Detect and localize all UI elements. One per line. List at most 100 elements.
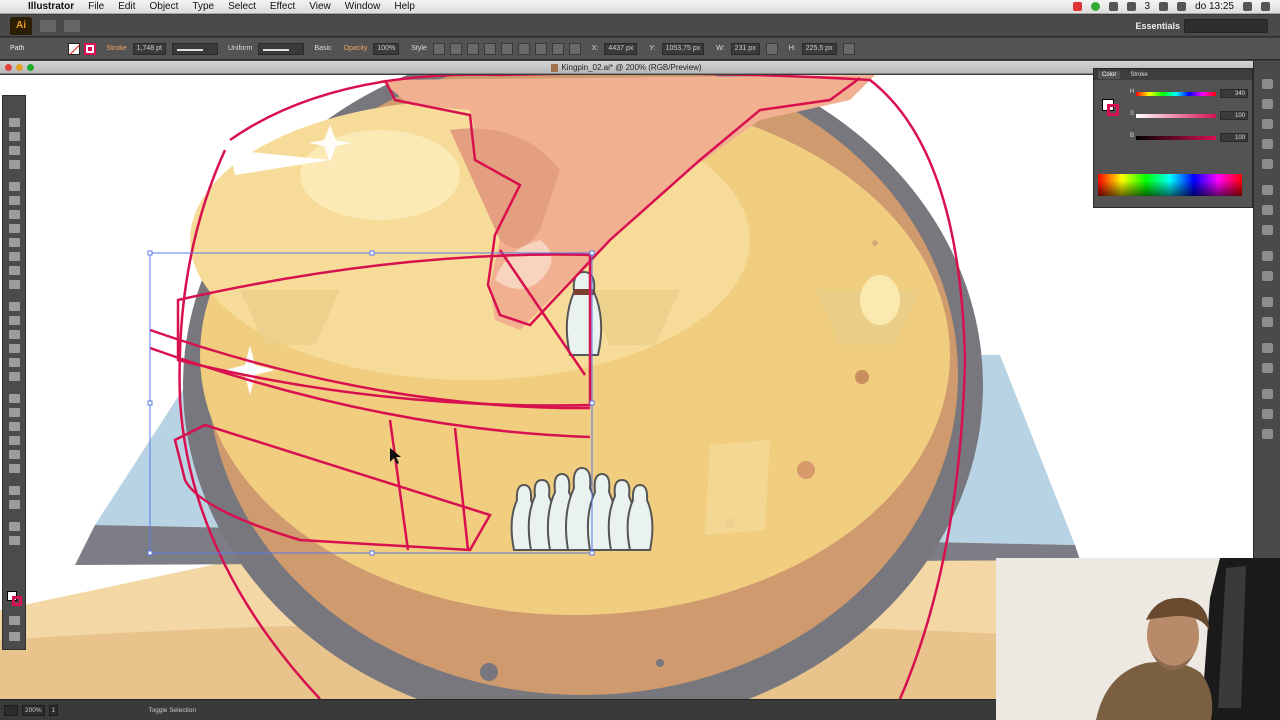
stroke-weight-field[interactable]: 1,748 pt bbox=[132, 42, 166, 55]
status-text[interactable]: Toggle Selection bbox=[148, 707, 196, 714]
paintbrush-tool-icon[interactable] bbox=[9, 238, 20, 247]
character-icon[interactable] bbox=[1262, 389, 1273, 399]
tab-color[interactable]: Color bbox=[1098, 70, 1121, 79]
saturation-slider[interactable] bbox=[1136, 114, 1216, 118]
hand-tool-icon[interactable] bbox=[9, 522, 20, 531]
stroke-panel-icon[interactable] bbox=[1262, 185, 1273, 195]
screen-mode-icon[interactable] bbox=[9, 632, 20, 641]
sync-icon[interactable] bbox=[1090, 2, 1100, 11]
artboards-icon[interactable] bbox=[1262, 317, 1273, 327]
rectangle-tool-icon[interactable] bbox=[9, 224, 20, 233]
spotlight-icon[interactable] bbox=[1243, 2, 1252, 11]
align-right-icon[interactable] bbox=[500, 42, 513, 55]
gradient-panel-icon[interactable] bbox=[1262, 205, 1273, 215]
menu-file[interactable]: File bbox=[88, 1, 104, 12]
align-left-icon[interactable] bbox=[466, 42, 479, 55]
menu-window[interactable]: Window bbox=[345, 1, 381, 12]
artboard-tool-icon[interactable] bbox=[9, 486, 20, 495]
x-field[interactable]: 4437 px bbox=[604, 42, 638, 55]
opacity-field[interactable]: 100% bbox=[373, 42, 400, 55]
record-icon[interactable] bbox=[1072, 2, 1082, 11]
menu-view[interactable]: View bbox=[309, 1, 331, 12]
zoom-field[interactable]: 200% bbox=[22, 704, 45, 716]
align-panel-icon[interactable] bbox=[1262, 343, 1273, 353]
type-tool-icon[interactable] bbox=[9, 196, 20, 205]
brightness-value[interactable]: 100 bbox=[1220, 133, 1248, 142]
y-field[interactable]: 1053,75 px bbox=[661, 42, 705, 55]
transparency-icon[interactable] bbox=[1262, 225, 1273, 235]
hue-value[interactable]: 340 bbox=[1220, 89, 1248, 98]
fill-swatch[interactable] bbox=[68, 42, 81, 55]
opacity-label[interactable]: Opacity bbox=[344, 45, 368, 52]
close-window-button[interactable] bbox=[5, 64, 12, 71]
color-guide-icon[interactable] bbox=[1262, 99, 1273, 109]
pencil-tool-icon[interactable] bbox=[9, 252, 20, 261]
menu-type[interactable]: Type bbox=[192, 1, 214, 12]
saturation-value[interactable]: 100 bbox=[1220, 111, 1248, 120]
workspace-switcher[interactable]: Essentials bbox=[1135, 21, 1180, 31]
menu-help[interactable]: Help bbox=[394, 1, 415, 12]
shape-builder-tool-icon[interactable] bbox=[9, 358, 20, 367]
menu-object[interactable]: Object bbox=[149, 1, 178, 12]
dropbox-icon[interactable] bbox=[1108, 2, 1118, 11]
volume-icon[interactable] bbox=[1159, 2, 1169, 11]
bridge-icon[interactable] bbox=[40, 19, 56, 32]
pen-tool-icon[interactable] bbox=[9, 182, 20, 191]
swatches-icon[interactable] bbox=[1262, 119, 1273, 129]
menu-effect[interactable]: Effect bbox=[270, 1, 295, 12]
eyedropper-tool-icon[interactable] bbox=[9, 422, 20, 431]
column-graph-tool-icon[interactable] bbox=[9, 464, 20, 473]
clock[interactable]: do 13:25 bbox=[1195, 1, 1234, 12]
stroke-label[interactable]: Stroke bbox=[106, 45, 126, 52]
tools-stroke-swatch[interactable] bbox=[12, 596, 22, 606]
graphic-styles-icon[interactable] bbox=[1262, 271, 1273, 281]
free-transform-tool-icon[interactable] bbox=[9, 344, 20, 353]
minimize-window-button[interactable] bbox=[16, 64, 23, 71]
brushes-icon[interactable] bbox=[1262, 139, 1273, 149]
help-search-input[interactable] bbox=[1184, 19, 1268, 33]
menu-app-name[interactable]: Illustrator bbox=[28, 1, 74, 12]
scale-tool-icon[interactable] bbox=[9, 316, 20, 325]
reference-point-icon[interactable] bbox=[568, 42, 581, 55]
paragraph-icon[interactable] bbox=[1262, 409, 1273, 419]
h-field[interactable]: 225,5 px bbox=[801, 42, 837, 55]
layers-icon[interactable] bbox=[1262, 297, 1273, 307]
blob-brush-tool-icon[interactable] bbox=[9, 266, 20, 275]
panel-stroke-swatch[interactable] bbox=[1107, 104, 1119, 116]
selection-tool-icon[interactable] bbox=[9, 118, 20, 127]
blend-tool-icon[interactable] bbox=[9, 436, 20, 445]
magic-wand-tool-icon[interactable] bbox=[9, 146, 20, 155]
align-middle-icon[interactable] bbox=[534, 42, 547, 55]
opentype-icon[interactable] bbox=[1262, 429, 1273, 439]
tab-stroke[interactable]: Stroke bbox=[1130, 72, 1147, 78]
color-spectrum[interactable] bbox=[1098, 174, 1242, 196]
menu-select[interactable]: Select bbox=[228, 1, 256, 12]
evernote-icon[interactable] bbox=[1126, 2, 1136, 11]
drawing-mode-icon[interactable] bbox=[9, 616, 20, 625]
brightness-slider[interactable] bbox=[1136, 136, 1216, 140]
wifi-icon[interactable] bbox=[1177, 2, 1187, 11]
brush-definition[interactable] bbox=[258, 42, 305, 55]
hue-slider[interactable] bbox=[1136, 92, 1216, 96]
transform-options-icon[interactable] bbox=[842, 42, 855, 55]
zoom-tool-icon[interactable] bbox=[9, 536, 20, 545]
menu-edit[interactable]: Edit bbox=[118, 1, 135, 12]
arrange-documents-icon[interactable] bbox=[64, 19, 80, 32]
mesh-tool-icon[interactable] bbox=[9, 394, 20, 403]
eraser-tool-icon[interactable] bbox=[9, 280, 20, 289]
recolor-artwork-icon[interactable] bbox=[449, 42, 462, 55]
color-panel-icon[interactable] bbox=[1262, 79, 1273, 89]
constrain-proportions-icon[interactable] bbox=[765, 42, 778, 55]
lasso-tool-icon[interactable] bbox=[9, 160, 20, 169]
line-tool-icon[interactable] bbox=[9, 210, 20, 219]
align-center-icon[interactable] bbox=[483, 42, 496, 55]
stroke-swatch[interactable] bbox=[84, 42, 97, 55]
pathfinder-icon[interactable] bbox=[1262, 363, 1273, 373]
align-top-icon[interactable] bbox=[517, 42, 530, 55]
symbol-sprayer-tool-icon[interactable] bbox=[9, 450, 20, 459]
graphic-style-swatch[interactable] bbox=[432, 42, 445, 55]
symbols-icon[interactable] bbox=[1262, 159, 1273, 169]
zoom-window-button[interactable] bbox=[27, 64, 34, 71]
notification-center-icon[interactable] bbox=[1261, 2, 1270, 11]
direct-selection-tool-icon[interactable] bbox=[9, 132, 20, 141]
